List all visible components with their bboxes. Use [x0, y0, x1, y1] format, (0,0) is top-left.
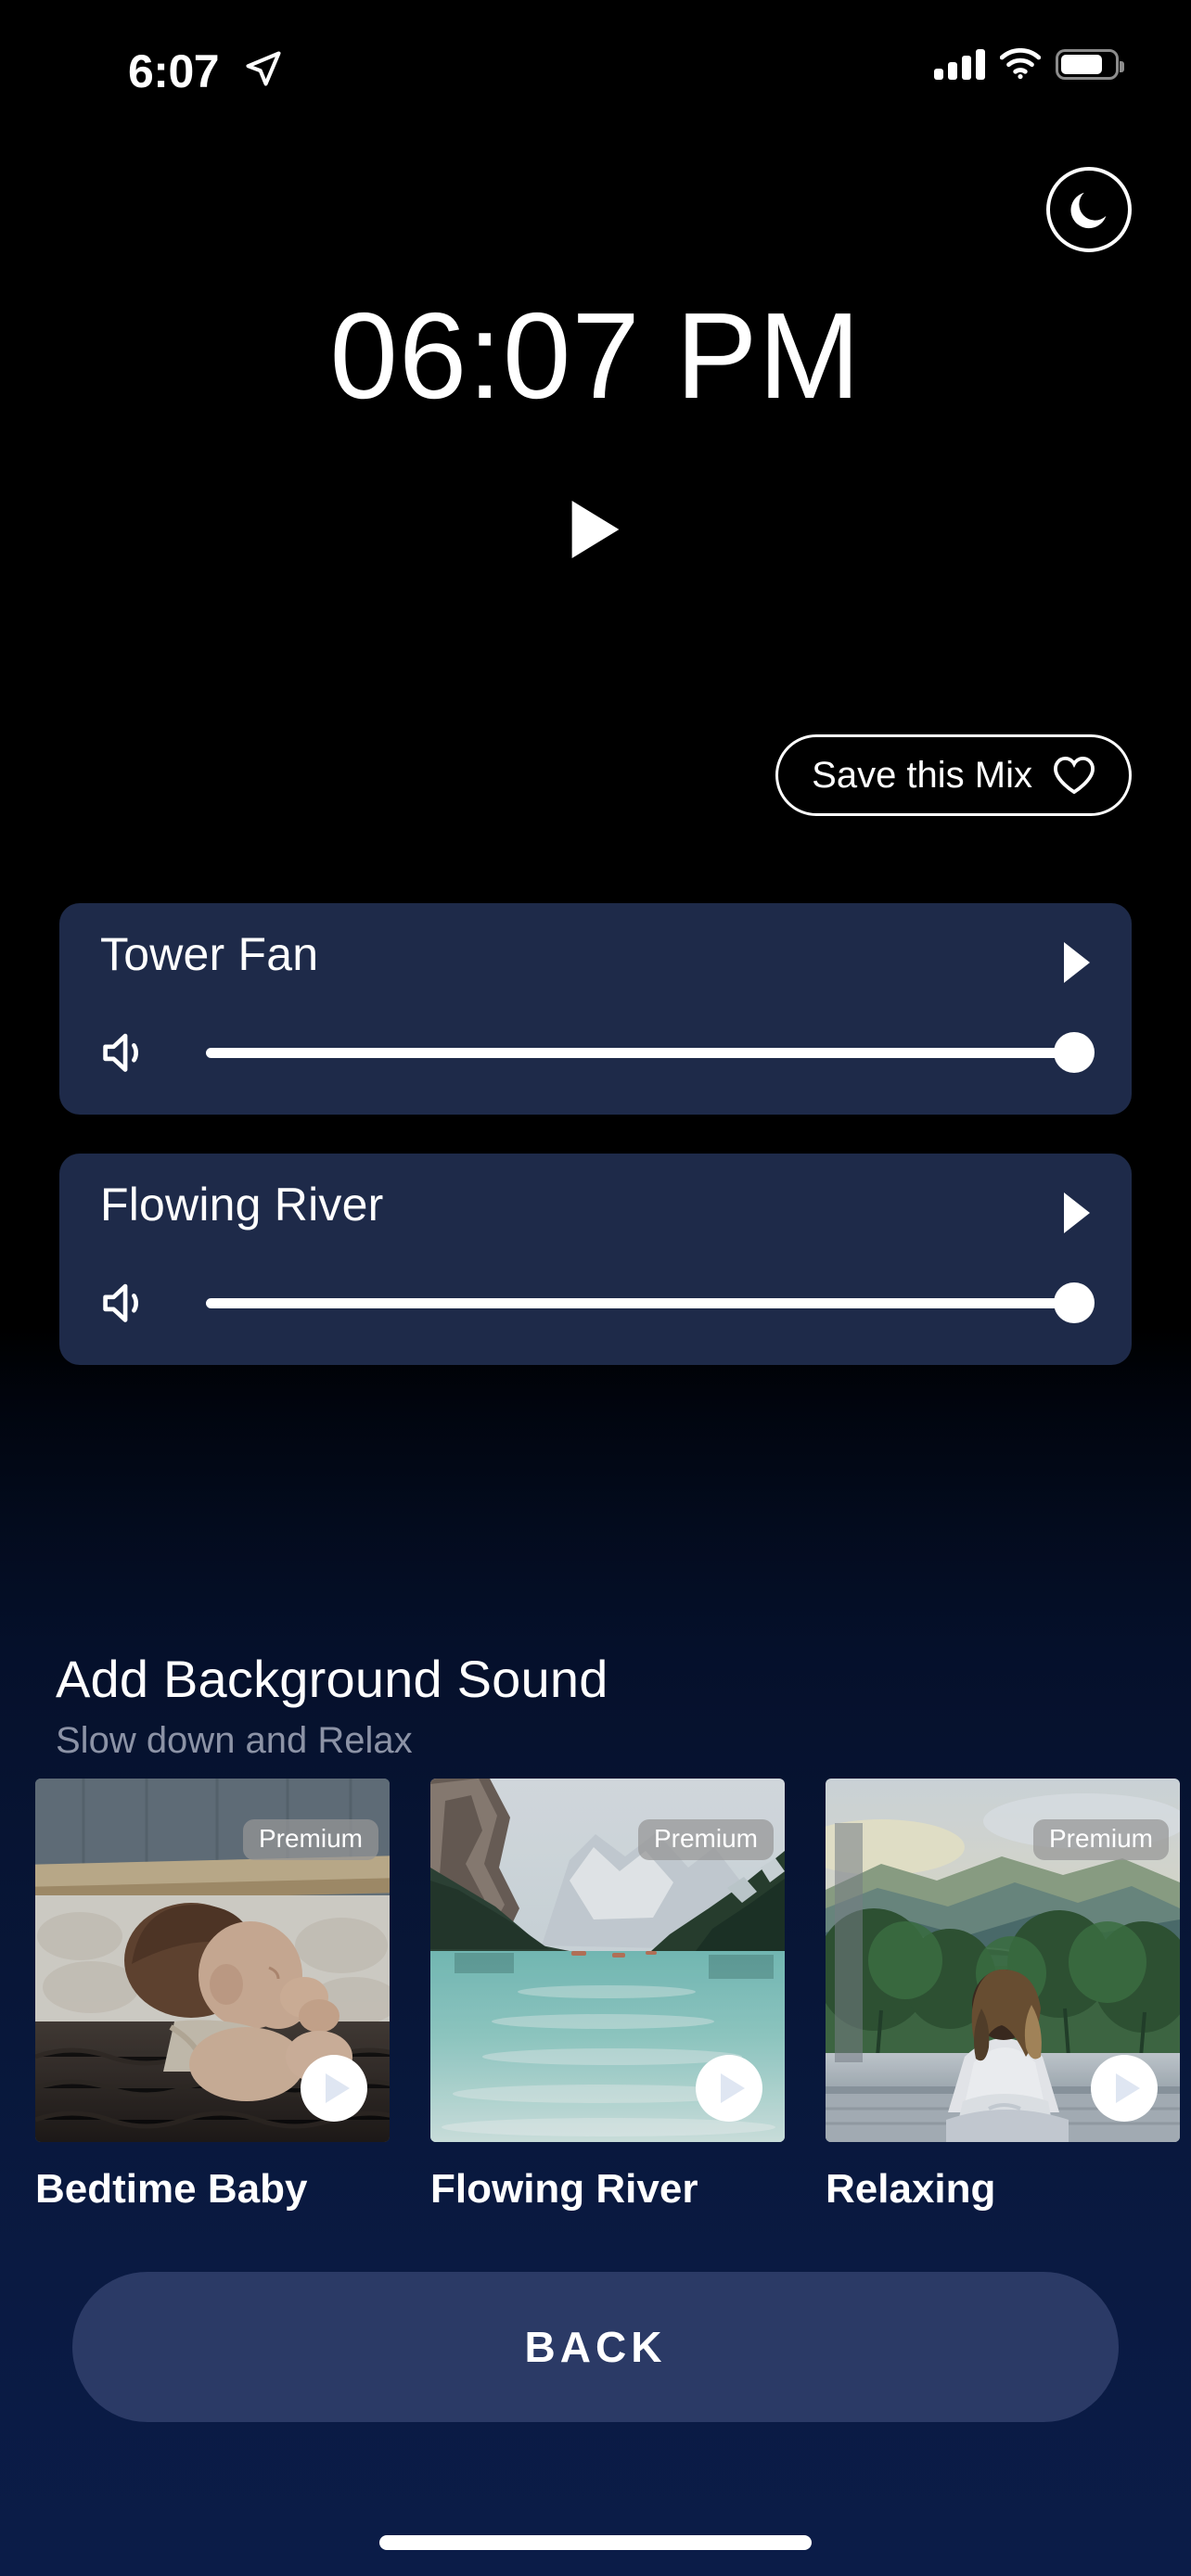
sound-tile-play-button[interactable]: [301, 2055, 367, 2122]
speaker-icon: [103, 1033, 139, 1072]
volume-slider-thumb[interactable]: [1054, 1282, 1095, 1324]
section-subtitle: Slow down and Relax: [56, 1720, 413, 1761]
save-mix-button[interactable]: Save this Mix: [775, 734, 1132, 816]
sound-tile-thumbnail[interactable]: Premium: [35, 1779, 390, 2142]
section-title: Add Background Sound: [56, 1650, 608, 1708]
wifi-icon: [1000, 48, 1041, 80]
speaker-icon: [103, 1283, 139, 1322]
status-bar-indicators: [934, 48, 1124, 80]
premium-badge: Premium: [637, 1819, 774, 1860]
sound-card-title: Flowing River: [100, 1179, 384, 1231]
status-bar-time: 6:07: [128, 45, 220, 97]
premium-badge: Premium: [1032, 1819, 1169, 1860]
sound-tile-label: Bedtime Baby: [35, 2166, 308, 2212]
app-screen: 6:07 06:07 PM Save this Mix Tower Fan Fl…: [0, 0, 1191, 2576]
background-sound-carousel[interactable]: Premium Bedtime Baby Premium Flowing Riv…: [35, 1779, 1191, 2213]
volume-row: [100, 1282, 1095, 1325]
sound-tile-play-button[interactable]: [696, 2055, 762, 2122]
volume-slider[interactable]: [206, 1282, 1095, 1324]
sound-tile-thumbnail[interactable]: Premium: [826, 1779, 1180, 2142]
volume-slider-track: [206, 1047, 1091, 1058]
heart-outline-icon: [1054, 756, 1095, 795]
sound-tile-thumbnail[interactable]: Premium: [430, 1779, 785, 2142]
save-mix-label: Save this Mix: [812, 754, 1032, 796]
sound-card-flowing-river[interactable]: Flowing River: [59, 1154, 1132, 1365]
sound-card-tower-fan[interactable]: Tower Fan: [59, 903, 1132, 1115]
sound-card-play-button[interactable]: [1061, 942, 1093, 988]
sound-tile-bedtime-baby[interactable]: Premium Bedtime Baby: [35, 1779, 390, 2213]
clock-time: 06:07 PM: [329, 287, 862, 424]
sound-tile-play-button[interactable]: [1091, 2055, 1158, 2122]
play-icon: [571, 501, 620, 558]
sound-tile-flowing-river[interactable]: Premium Flowing River: [430, 1779, 785, 2213]
back-button[interactable]: BACK: [72, 2272, 1119, 2422]
home-indicator[interactable]: [379, 2535, 812, 2550]
play-icon: [1064, 942, 1090, 983]
battery-icon: [1056, 48, 1124, 80]
clock-display: 06:07 PM: [0, 295, 1191, 417]
active-sounds-list: Tower Fan Flowing River: [59, 903, 1132, 1404]
moon-icon: [1070, 192, 1107, 229]
master-play-button[interactable]: [0, 501, 1191, 558]
sound-tile-label: Relaxing: [826, 2166, 996, 2212]
sound-tile-label: Flowing River: [430, 2166, 698, 2212]
cellular-signal-icon: [934, 48, 985, 80]
sound-card-title: Tower Fan: [100, 928, 319, 980]
volume-slider-track: [206, 1297, 1091, 1308]
premium-badge: Premium: [242, 1819, 378, 1860]
location-arrow-icon: [246, 51, 281, 86]
status-bar: 6:07: [0, 0, 1191, 139]
volume-slider[interactable]: [206, 1032, 1095, 1074]
add-background-sound-section: Add Background Sound Slow down and Relax: [56, 1649, 608, 1762]
volume-slider-thumb[interactable]: [1054, 1032, 1095, 1074]
volume-row: [100, 1031, 1095, 1075]
night-mode-button[interactable]: [1046, 167, 1132, 252]
sound-card-play-button[interactable]: [1061, 1192, 1093, 1238]
play-icon: [1064, 1192, 1090, 1233]
sound-tile-relaxing[interactable]: Premium Relaxing: [826, 1779, 1180, 2213]
